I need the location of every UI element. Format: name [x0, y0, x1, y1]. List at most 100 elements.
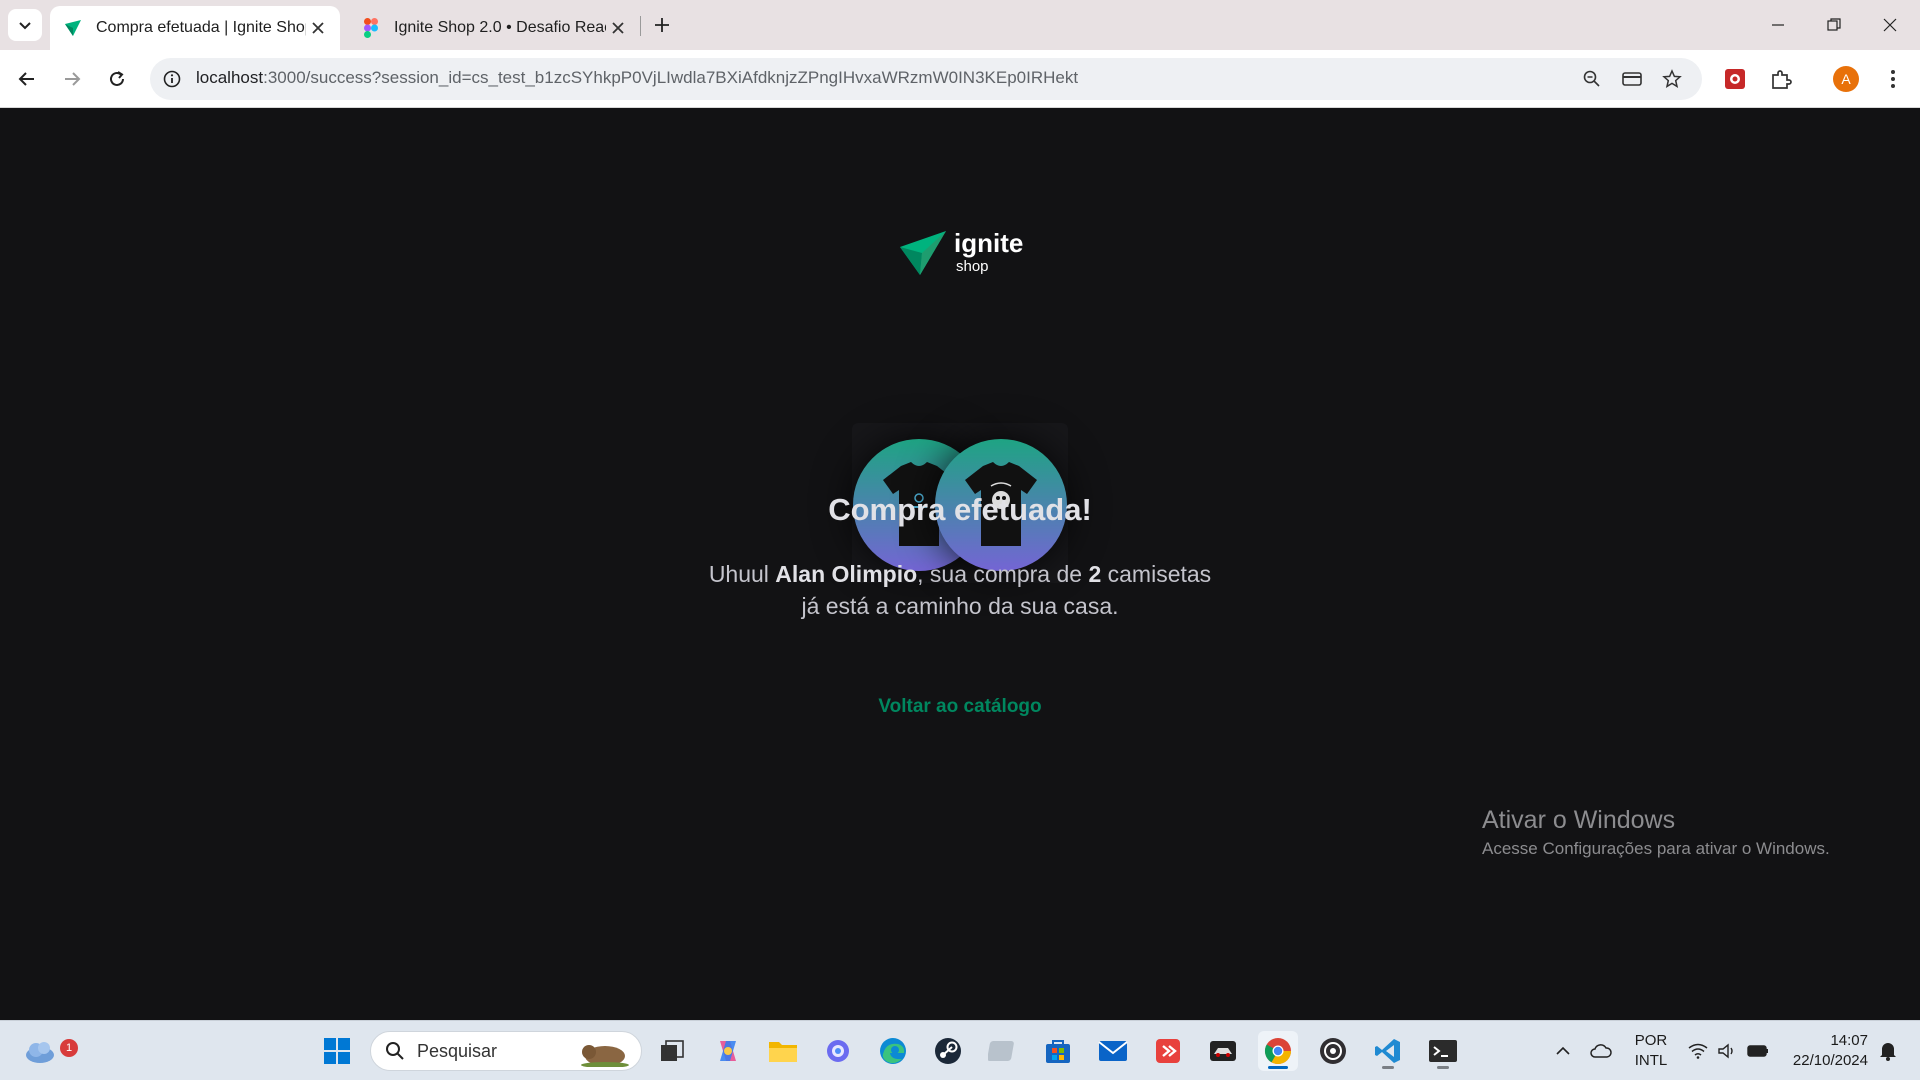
taskbar-file-explorer[interactable] [763, 1031, 803, 1071]
notifications-button[interactable] [1874, 1031, 1902, 1071]
close-tab-icon[interactable] [606, 16, 630, 40]
copilot-icon [720, 1041, 736, 1061]
steam-icon [935, 1038, 961, 1064]
more-menu-icon[interactable] [1878, 64, 1908, 94]
taskbar-obs[interactable] [1313, 1031, 1353, 1071]
speaker-icon [1718, 1043, 1733, 1059]
search-placeholder: Pesquisar [417, 1040, 498, 1061]
weather-widget[interactable]: 1 [20, 1031, 78, 1071]
taskbar-steam[interactable] [928, 1031, 968, 1071]
arrow-left-icon [18, 72, 34, 86]
volume-tray-icon[interactable] [1714, 1031, 1740, 1071]
extension-red-icon[interactable] [1720, 64, 1750, 94]
logo-ignite-text: ignite [954, 228, 1024, 258]
taskbar-git-app[interactable] [1148, 1031, 1188, 1071]
terminal-icon [1429, 1040, 1457, 1062]
tab-title: Compra efetuada | Ignite Shop [96, 19, 306, 36]
close-tab-icon[interactable] [306, 16, 330, 40]
plus-icon [655, 18, 669, 32]
taskbar-microsoft-store[interactable] [1038, 1031, 1078, 1071]
success-message: Uhuul Alan Olimpio, sua compra de 2 cami… [700, 558, 1220, 622]
site-info-icon[interactable] [160, 67, 184, 91]
minimize-button[interactable] [1750, 0, 1806, 50]
bell-icon [1880, 1043, 1896, 1061]
running-app-indicator [1437, 1066, 1449, 1069]
restore-button[interactable] [1806, 0, 1862, 50]
clock-time: 14:07 [1830, 1032, 1868, 1049]
tab-title: Ignite Shop 2.0 • Desafio React [394, 19, 606, 36]
windows-activation-watermark: Ativar o Windows Acesse Configurações pa… [1482, 806, 1830, 859]
battery-tray-icon[interactable] [1744, 1031, 1772, 1071]
racing-game-icon [1210, 1041, 1236, 1061]
wifi-tray-icon[interactable] [1684, 1031, 1712, 1071]
taskbar-edge[interactable] [873, 1031, 913, 1071]
vscode-icon [1375, 1039, 1400, 1063]
reload-button[interactable] [102, 64, 132, 94]
taskbar-photos-app[interactable] [818, 1031, 858, 1071]
card-payment-icon[interactable] [1620, 67, 1644, 91]
ignite-shop-logo[interactable]: ignite shop [898, 227, 1023, 277]
ignite-logo-icon [900, 231, 946, 275]
battery-icon [1747, 1045, 1768, 1057]
message-prefix: Uhuul [708, 561, 776, 587]
extensions-puzzle-icon[interactable] [1766, 64, 1796, 94]
back-link-wrapper: Voltar ao catálogo [0, 696, 1920, 718]
input-language-indicator[interactable]: POR INTL [1624, 1031, 1678, 1071]
taskbar-search[interactable]: Pesquisar [370, 1031, 642, 1071]
onedrive-tray-icon[interactable] [1586, 1031, 1616, 1071]
folder-icon [769, 1042, 797, 1062]
chrome-icon [1264, 1038, 1292, 1065]
page-title: Compra efetuada! [828, 492, 1092, 527]
task-view-icon [661, 1040, 684, 1061]
watermark-subtitle: Acesse Configurações para ativar o Windo… [1482, 839, 1830, 858]
search-icon [386, 1042, 404, 1060]
tab-ignite-shop-figma[interactable]: Ignite Shop 2.0 • Desafio React [350, 6, 640, 50]
running-app-indicator [1382, 1066, 1394, 1069]
language-line1: POR [1634, 1032, 1668, 1049]
new-tab-button[interactable] [650, 10, 674, 40]
taskbar-clock[interactable]: 14:07 22/10/2024 [1778, 1031, 1868, 1071]
tab-compra-efetuada[interactable]: Compra efetuada | Ignite Shop [50, 6, 340, 50]
restore-icon [1827, 18, 1841, 31]
chevron-up-icon [1556, 1046, 1570, 1055]
cloud-icon [1590, 1044, 1612, 1058]
url-path: :3000/success?session_id=cs_test_b1zcSYh… [263, 68, 1079, 87]
obs-icon [1320, 1038, 1346, 1064]
wombat-illustration-icon [581, 1045, 629, 1067]
reload-icon [110, 71, 124, 86]
windows-logo-icon [324, 1038, 350, 1064]
show-hidden-icons-button[interactable] [1548, 1031, 1578, 1071]
logo-shop-text: shop [956, 258, 989, 275]
forward-button[interactable] [57, 64, 87, 94]
task-view-button[interactable] [652, 1031, 692, 1071]
wifi-icon [1688, 1043, 1708, 1059]
back-button[interactable] [12, 64, 42, 94]
tab-search-button[interactable] [8, 9, 42, 41]
start-button[interactable] [317, 1031, 357, 1071]
url-text: localhost:3000/success?session_id=cs_tes… [196, 68, 1078, 88]
url-host: localhost [196, 68, 264, 87]
windows-taskbar: 1 Pesquisar POR INTL 14:07 22/10/2024 [0, 1020, 1920, 1080]
language-line2: INTL [1634, 1052, 1668, 1069]
active-app-indicator [1268, 1066, 1288, 1069]
address-bar[interactable]: localhost:3000/success?session_id=cs_tes… [150, 58, 1702, 100]
figma-icon [360, 17, 382, 39]
browser-toolbar: localhost:3000/success?session_id=cs_tes… [0, 50, 1920, 108]
profile-avatar[interactable]: A [1833, 66, 1859, 92]
git-icon [1156, 1039, 1180, 1063]
taskbar-chrome[interactable] [1258, 1031, 1298, 1071]
customer-name: Alan Olimpio [775, 561, 918, 587]
minimize-icon [1772, 24, 1784, 26]
taskbar-app-grey[interactable] [983, 1031, 1023, 1071]
zoom-icon[interactable] [1580, 67, 1604, 91]
taskbar-copilot[interactable] [708, 1031, 748, 1071]
close-window-button[interactable] [1862, 0, 1918, 50]
bookmark-star-icon[interactable] [1660, 67, 1684, 91]
taskbar-game-app[interactable] [1203, 1031, 1243, 1071]
chevron-down-icon [19, 22, 31, 30]
taskbar-vscode[interactable] [1368, 1031, 1408, 1071]
taskbar-terminal[interactable] [1423, 1031, 1463, 1071]
back-to-catalog-link[interactable]: Voltar ao catálogo [878, 696, 1041, 717]
ignite-favicon-icon [62, 17, 84, 39]
taskbar-mail[interactable] [1093, 1031, 1133, 1071]
